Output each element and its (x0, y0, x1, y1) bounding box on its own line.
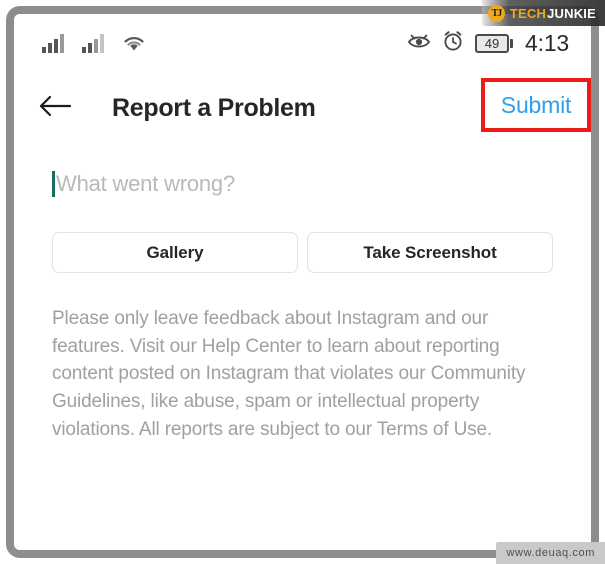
wifi-icon (122, 33, 146, 53)
attachment-buttons: Gallery Take Screenshot (52, 232, 553, 273)
battery-level-label: 49 (484, 35, 500, 51)
phone-screen: 49 4:13 Report a Problem Submit What wen… (14, 14, 591, 550)
page-title: Report a Problem (112, 93, 316, 122)
text-cursor (52, 171, 55, 197)
feedback-input-placeholder: What went wrong? (56, 171, 235, 196)
techjunkie-brand-secondary: JUNKIE (547, 5, 596, 21)
techjunkie-logo-icon: TJ (487, 4, 505, 22)
alarm-clock-icon (442, 30, 464, 57)
techjunkie-watermark: TJ TECH JUNKIE (481, 0, 605, 26)
take-screenshot-button[interactable]: Take Screenshot (307, 232, 553, 273)
cellular-signal-icon (82, 33, 108, 53)
submit-button[interactable]: Submit (501, 92, 572, 119)
back-arrow-icon (38, 94, 72, 123)
techjunkie-brand-primary: TECH (509, 5, 547, 21)
device-frame: 49 4:13 Report a Problem Submit What wen… (6, 6, 599, 558)
eye-icon (407, 31, 431, 56)
disclaimer-text: Please only leave feedback about Instagr… (52, 308, 526, 440)
status-bar-right-icons: 49 4:13 (407, 30, 569, 57)
battery-terminal (510, 38, 514, 48)
cellular-signal-icon (42, 33, 68, 53)
back-button[interactable] (38, 88, 84, 128)
report-form: What went wrong? Gallery Take Screenshot… (14, 144, 591, 444)
feedback-input[interactable]: What went wrong? (52, 166, 553, 202)
submit-highlight-box: Submit (481, 78, 591, 132)
battery-body: 49 (475, 33, 510, 53)
app-header: Report a Problem Submit (14, 72, 591, 144)
site-url-watermark: www.deuaq.com (496, 542, 605, 564)
gallery-button[interactable]: Gallery (52, 232, 298, 273)
status-bar-clock: 4:13 (525, 29, 569, 56)
status-bar-left-icons (42, 33, 146, 53)
battery-icon: 49 (475, 33, 514, 53)
